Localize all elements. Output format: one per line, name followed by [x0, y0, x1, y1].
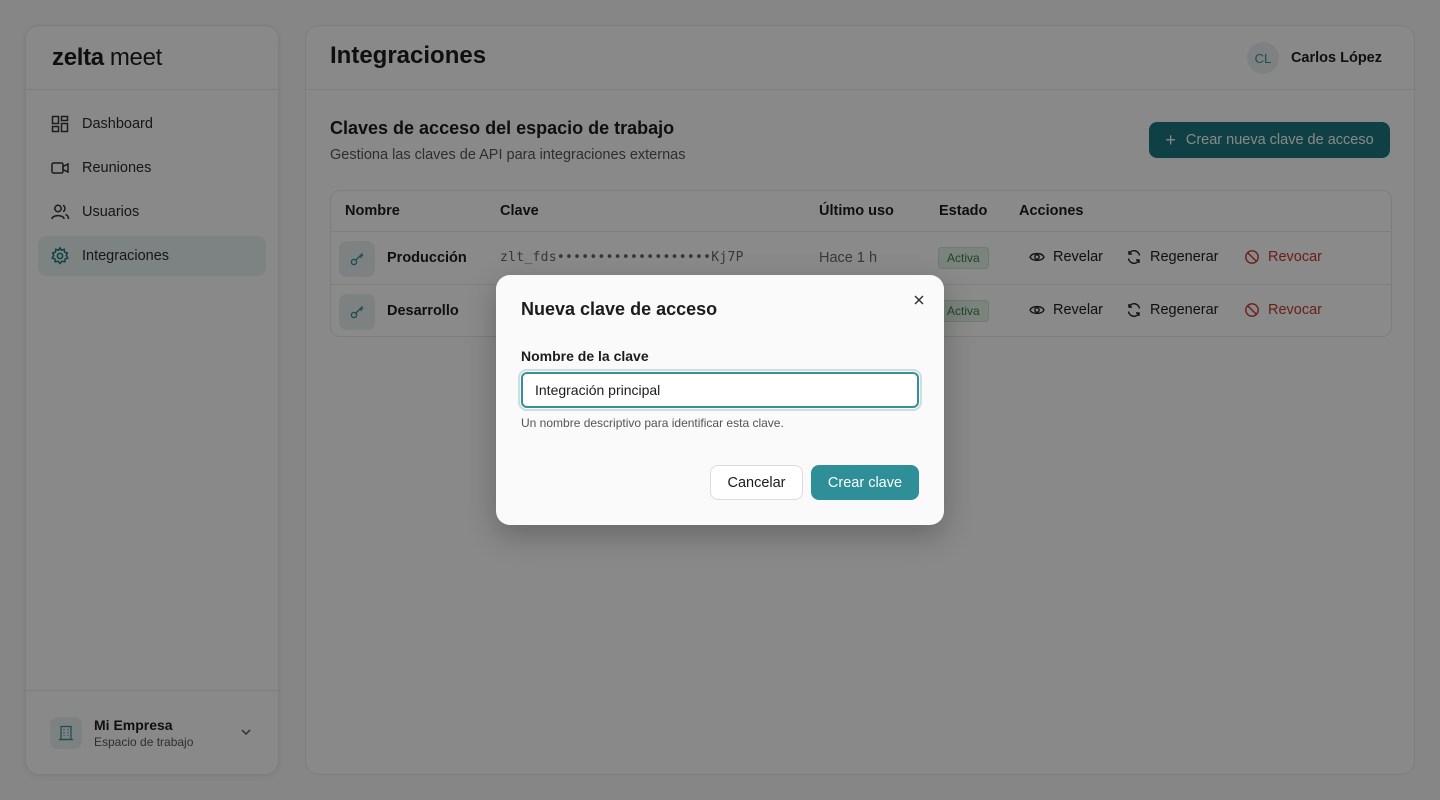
new-key-dialog: Nueva clave de acceso Nombre de la clave…: [496, 275, 944, 525]
dialog-title: Nueva clave de acceso: [521, 299, 718, 319]
create-key-button[interactable]: Crear clave: [811, 465, 919, 500]
close-icon[interactable]: [912, 293, 926, 307]
key-name-input[interactable]: [518, 369, 922, 411]
key-name-label: Nombre de la clave: [521, 348, 649, 364]
key-name-help: Un nombre descriptivo para identificar e…: [521, 416, 784, 430]
app-root: zeltameet Dashboard Reuniones Usuarios: [0, 0, 1440, 800]
cancel-button[interactable]: Cancelar: [710, 465, 803, 500]
